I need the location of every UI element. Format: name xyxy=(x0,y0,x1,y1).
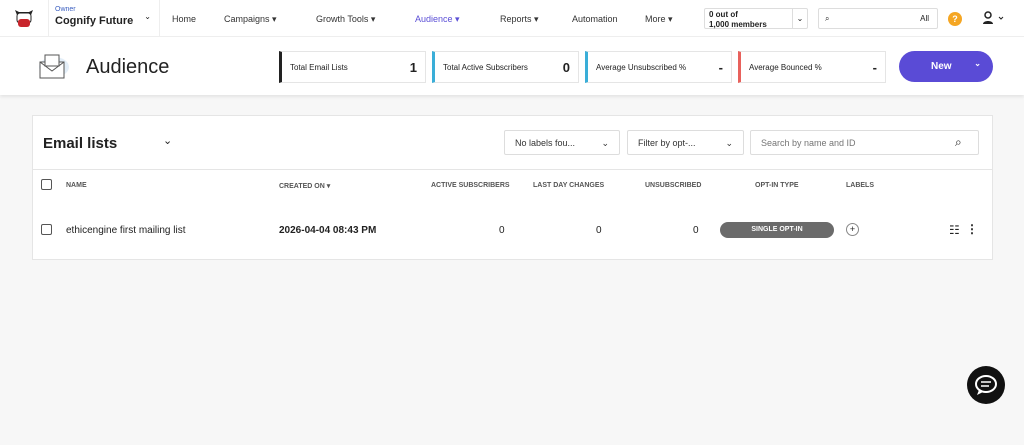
chevron-down-icon: ⌄ xyxy=(974,59,981,68)
labels-filter-value: No labels fou... xyxy=(515,138,576,148)
nav-campaigns[interactable]: Campaigns ▾ xyxy=(224,14,277,25)
nav-audience[interactable]: Audience ▾ xyxy=(415,14,460,25)
stat-value: 1 xyxy=(409,59,417,75)
nav-growth-tools[interactable]: Growth Tools ▾ xyxy=(316,14,375,25)
chevron-down-icon: ⌄ xyxy=(144,11,151,21)
new-label: New xyxy=(931,61,952,72)
stat-value: 0 xyxy=(562,59,570,75)
envelope-icon xyxy=(34,52,70,87)
divider xyxy=(33,169,992,170)
list-search-input[interactable] xyxy=(750,130,979,155)
col-optin-type: OPT-IN TYPE xyxy=(755,182,799,189)
col-last-day-changes: LAST DAY CHANGES xyxy=(533,182,605,189)
stat-label: Total Active Subscribers xyxy=(443,62,528,72)
row-checkbox[interactable] xyxy=(41,224,52,235)
labels-filter[interactable]: No labels fou... ⌄ xyxy=(504,130,620,155)
new-button[interactable]: New ⌄ xyxy=(899,51,993,82)
last-day-changes: 0 xyxy=(596,225,602,236)
nav-more[interactable]: More ▾ xyxy=(645,14,673,25)
account-switcher[interactable]: Owner Cognify Future ⌄ xyxy=(48,0,160,37)
more-vertical-icon[interactable]: ⋮ xyxy=(966,222,978,236)
user-menu[interactable] xyxy=(982,11,1006,30)
stat-value: - xyxy=(718,59,723,75)
members-usage-dropdown[interactable]: 0 out of 1,000 members ⌄ xyxy=(704,8,808,29)
email-lists-card: Email lists ⌄ No labels fou... ⌄ Filter b… xyxy=(32,115,993,260)
chevron-down-icon: ⌄ xyxy=(792,9,807,28)
list-name-link[interactable]: ethicengine first mailing list xyxy=(66,225,186,236)
search-icon[interactable]: ⌕ xyxy=(955,135,962,150)
stat-label: Average Unsubscribed % xyxy=(596,62,687,72)
optin-filter[interactable]: Filter by opt-... ⌄ xyxy=(627,130,744,155)
unsubscribed: 0 xyxy=(693,225,699,236)
stat-average-bounced: Average Bounced % - xyxy=(738,51,886,83)
help-icon[interactable]: ? xyxy=(948,12,962,26)
optin-filter-value: Filter by opt-... xyxy=(638,138,696,148)
email-lists-title: Email lists xyxy=(43,135,118,152)
page-header: Audience Total Email Lists 1 Total Active… xyxy=(0,37,1024,95)
stat-label: Total Email Lists xyxy=(290,62,348,72)
page-title: Audience xyxy=(86,56,170,78)
chevron-down-icon[interactable]: ⌄ xyxy=(163,134,172,147)
stat-label: Average Bounced % xyxy=(749,62,822,72)
nav-reports[interactable]: Reports ▾ xyxy=(500,14,539,25)
top-bar: Owner Cognify Future ⌄ Home Campaigns ▾ … xyxy=(0,0,1024,37)
nav-automation[interactable]: Automation xyxy=(572,14,618,24)
created-on: 2026-04-04 08:43 PM xyxy=(279,225,377,236)
stat-total-active-subscribers: Total Active Subscribers 0 xyxy=(432,51,579,83)
global-search[interactable]: ⌕ All xyxy=(818,8,938,29)
col-name: NAME xyxy=(66,182,87,189)
search-icon: ⌕ xyxy=(825,14,830,23)
col-active-subscribers: ACTIVE SUBSCRIBERS xyxy=(431,182,510,189)
col-labels: LABELS xyxy=(846,182,874,189)
cow-logo[interactable] xyxy=(0,0,48,37)
add-label-icon[interactable]: + xyxy=(846,223,859,236)
active-subscribers: 0 xyxy=(499,225,505,236)
optin-type-badge: SINGLE OPT-IN xyxy=(720,222,834,238)
stat-total-email-lists: Total Email Lists 1 xyxy=(279,51,426,83)
col-created-on[interactable]: CREATED ON ▾ xyxy=(279,182,330,190)
chat-button[interactable] xyxy=(967,366,1005,404)
members-line1: 0 out of xyxy=(709,10,738,19)
search-scope-select[interactable]: All xyxy=(920,14,929,23)
nav-home[interactable]: Home xyxy=(172,14,196,24)
chevron-down-icon: ⌄ xyxy=(601,138,609,148)
members-line2: 1,000 members xyxy=(709,20,767,29)
col-unsubscribed: UNSUBSCRIBED xyxy=(645,182,702,189)
select-all-checkbox[interactable] xyxy=(41,179,52,190)
sliders-icon[interactable]: ☷ xyxy=(949,223,960,237)
chevron-down-icon: ⌄ xyxy=(725,138,733,148)
stat-value: - xyxy=(872,59,877,75)
stat-average-unsubscribed: Average Unsubscribed % - xyxy=(585,51,732,83)
